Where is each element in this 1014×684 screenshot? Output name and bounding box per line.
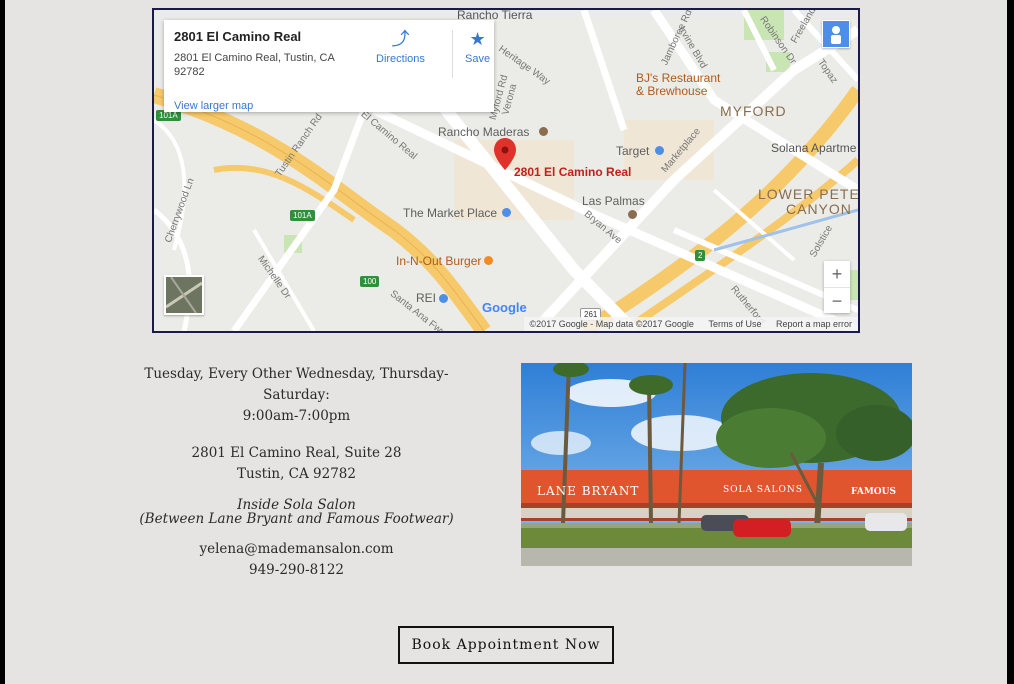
map-pin-label: 2801 El Camino Real	[514, 165, 632, 179]
sign-sola-salons: SOLA SALONS	[723, 485, 803, 495]
sign-famous: FAMOUS	[851, 487, 896, 497]
map-label-bjs: BJ's Restaurant & Brewhouse	[636, 71, 721, 98]
book-appointment-button[interactable]: Book Appointment Now	[398, 626, 614, 664]
salon-info: Tuesday, Every Other Wednesday, Thursday…	[115, 364, 478, 581]
directions-label: Directions	[376, 53, 425, 65]
map-footer: ©2017 Google - Map data ©2017 Google Ter…	[523, 317, 858, 331]
zoom-control: + −	[824, 261, 850, 313]
google-logo: Google	[482, 300, 527, 315]
poi-icon	[628, 210, 637, 219]
address-line2: Tustin, CA 92782	[237, 466, 356, 482]
zoom-in-button[interactable]: +	[824, 261, 850, 287]
zoom-out-button[interactable]: −	[824, 287, 850, 314]
place-info-card: 2801 El Camino Real 2801 El Camino Real,…	[164, 20, 494, 112]
page: Rancho Tierra Jamboree Rd Irvine Blvd Ro…	[5, 0, 1007, 684]
directions-icon: ⤴	[391, 29, 410, 49]
shopping-icon	[502, 208, 511, 217]
food-icon	[484, 256, 493, 265]
phone-number: 949-290-8122	[248, 562, 344, 578]
save-button[interactable]: ★ Save	[465, 28, 490, 65]
map-copyright: ©2017 Google - Map data ©2017 Google	[529, 319, 694, 329]
map-label: Target	[616, 144, 650, 158]
location-note-detail: (Between Lane Bryant and Famous Footwear…	[139, 511, 454, 527]
map-area-label: CANYON	[786, 201, 852, 217]
location-note: Inside Sola Salon	[237, 497, 356, 513]
route-shield: 101A	[290, 210, 315, 221]
map-label: REI	[416, 291, 437, 305]
hours-time: 9:00am-7:00pm	[242, 408, 351, 424]
embedded-map[interactable]: Rancho Tierra Jamboree Rd Irvine Blvd Ro…	[152, 8, 860, 333]
hours-days: Tuesday, Every Other Wednesday, Thursday…	[144, 366, 449, 403]
satellite-toggle[interactable]	[164, 275, 204, 315]
divider	[452, 30, 453, 78]
directions-button[interactable]: ⤴ Directions	[376, 28, 425, 65]
poi-icon	[539, 127, 548, 136]
view-larger-map-link[interactable]: View larger map	[174, 100, 253, 112]
storefront-image	[521, 363, 912, 566]
map-label: Solana Apartme	[771, 141, 857, 155]
map-area-label: LOWER PETE	[758, 186, 860, 202]
shopping-icon	[655, 146, 664, 155]
email-link[interactable]: yelena@mademansalon.com	[199, 541, 393, 557]
save-label: Save	[465, 53, 491, 65]
star-icon: ★	[469, 29, 486, 49]
place-address: 2801 El Camino Real, Tustin, CA 92782	[174, 52, 335, 78]
map-label: Las Palmas	[582, 194, 645, 208]
map-label: In-N-Out Burger	[396, 254, 482, 268]
sign-lane-bryant: LANE BRYANT	[537, 484, 640, 498]
route-shield: 100	[360, 276, 380, 287]
street-view-pegman-icon[interactable]	[822, 20, 850, 48]
terms-link[interactable]: Terms of Use	[708, 319, 761, 329]
map-area-label: MYFORD	[720, 103, 787, 119]
route-shield: 2	[695, 250, 706, 261]
report-error-link[interactable]: Report a map error	[776, 319, 852, 329]
storefront-photo: LANE BRYANT SOLA SALONS FAMOUS	[521, 363, 912, 566]
place-title: 2801 El Camino Real	[174, 29, 302, 44]
map-label: The Market Place	[403, 206, 498, 220]
shopping-icon	[439, 294, 448, 303]
map-label: Rancho Maderas	[438, 125, 530, 139]
address-line1: 2801 El Camino Real, Suite 28	[191, 445, 402, 461]
